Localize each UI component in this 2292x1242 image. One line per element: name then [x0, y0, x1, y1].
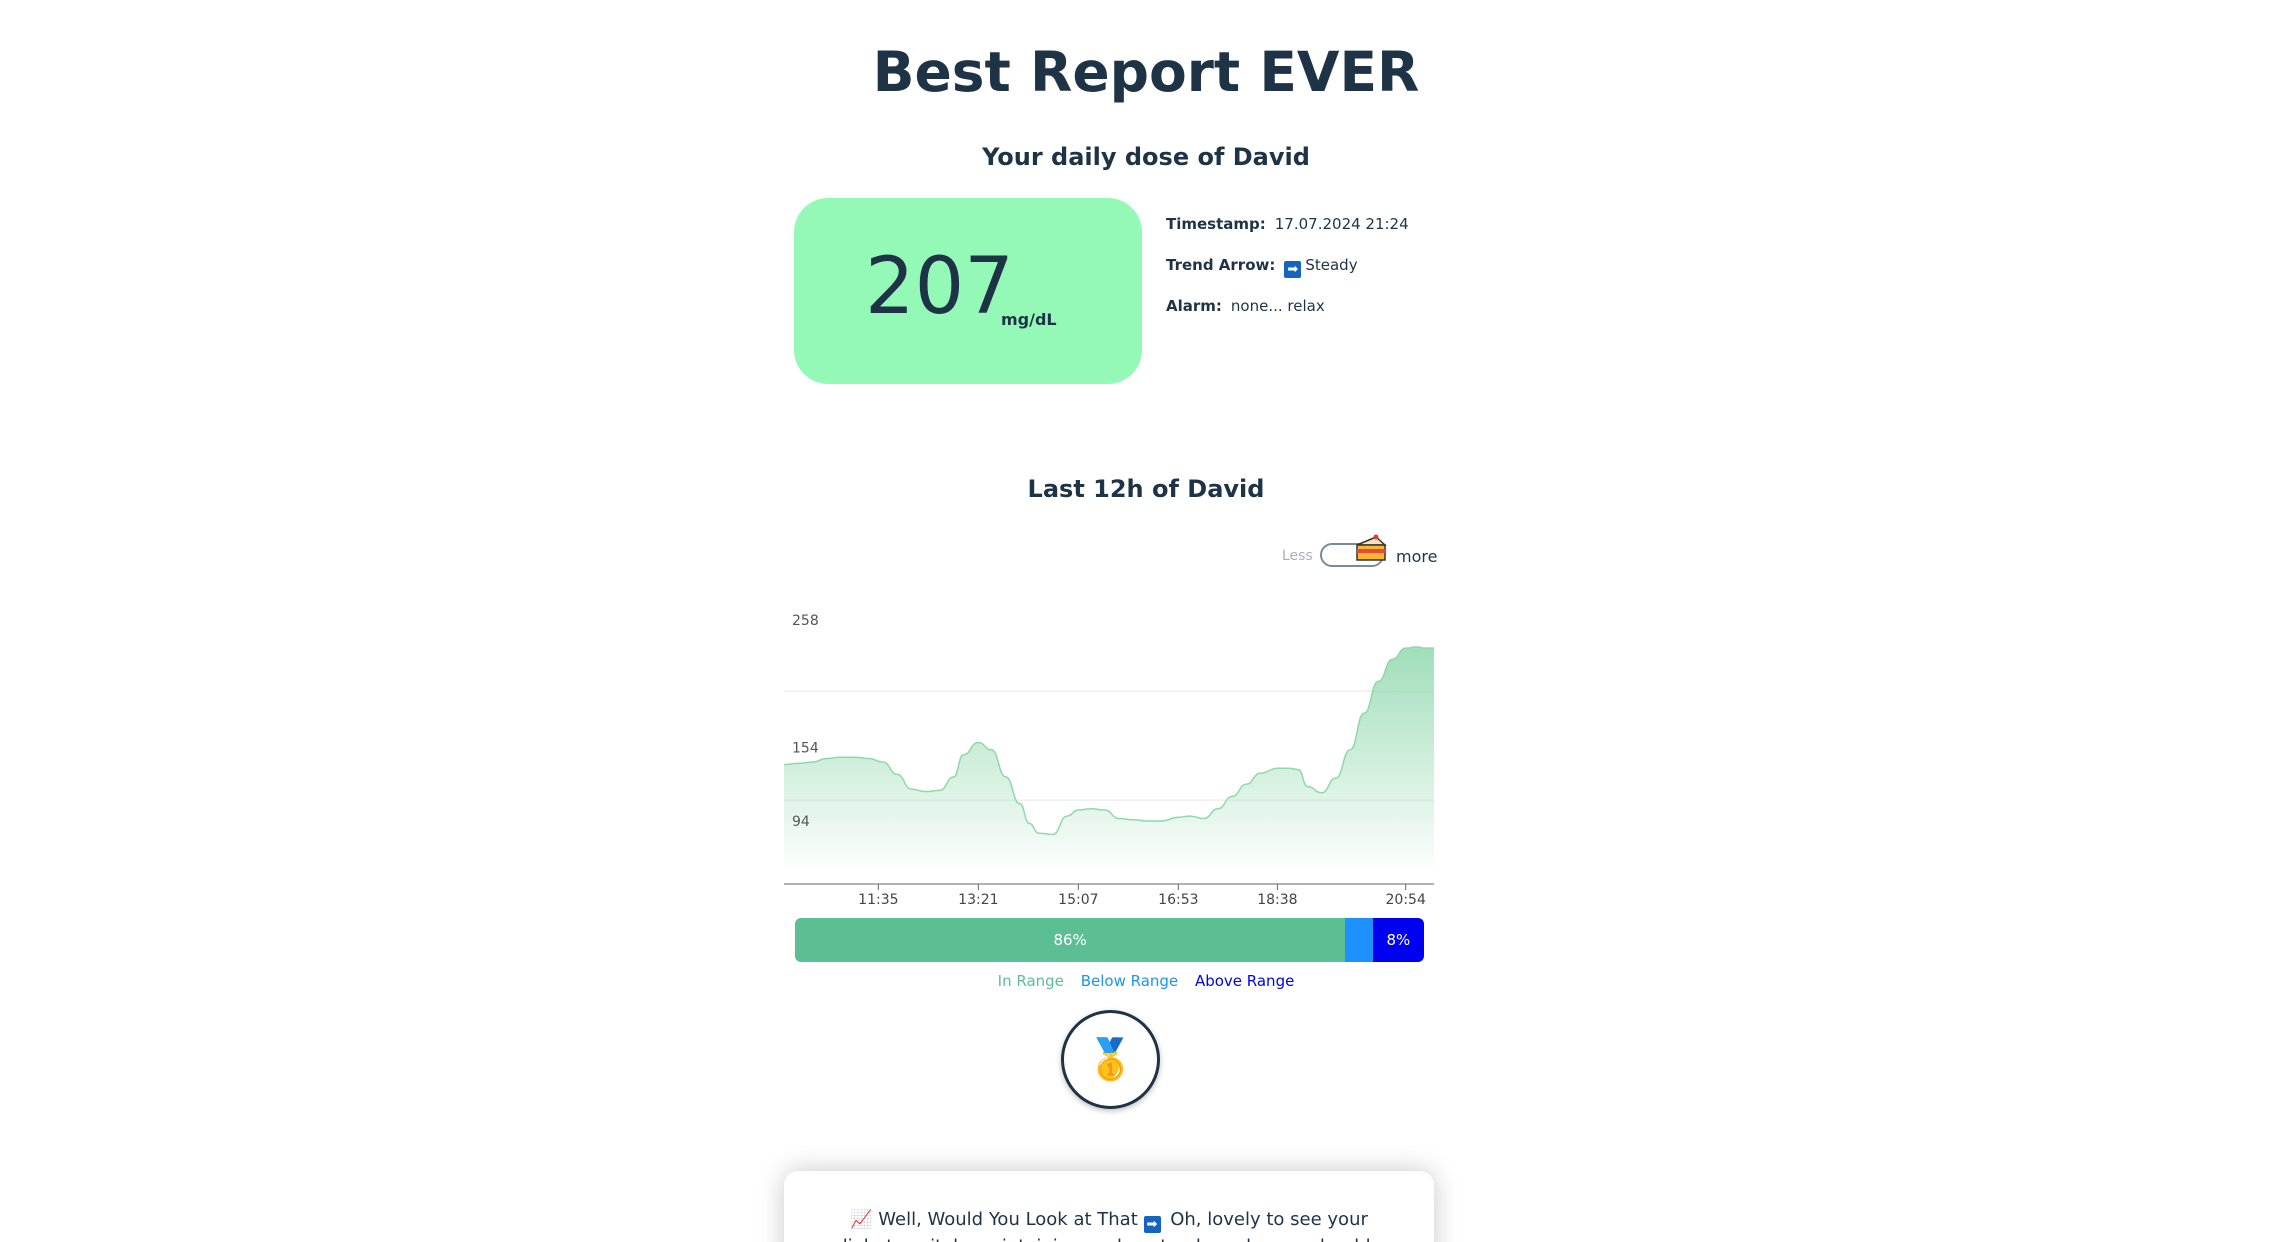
timestamp-value: 17.07.2024 21:24 — [1274, 215, 1409, 233]
below-range-segment — [1345, 918, 1373, 962]
y-tick-label: 258 — [792, 613, 819, 629]
area-fill — [784, 646, 1434, 870]
page-title: Best Report EVER — [872, 40, 1420, 104]
y-tick-label: 94 — [792, 814, 810, 830]
report-page: Best Report EVER Your daily dose of Davi… — [0, 0, 2292, 1242]
right-arrow-icon: ➡ — [1143, 1216, 1161, 1233]
glucose-value: 207 — [865, 242, 1014, 332]
x-tick-label: 16:53 — [1158, 892, 1198, 908]
x-tick-label: 15:07 — [1058, 892, 1098, 908]
toggle-more-label: more — [1396, 547, 1438, 566]
medal-badge[interactable]: 🥇 — [1061, 1010, 1160, 1109]
cake-icon[interactable] — [1353, 533, 1389, 563]
above-range-segment: 8% — [1372, 918, 1424, 962]
range-legend: In Range Below Range Above Range — [0, 972, 2292, 990]
medal-icon: 🥇 — [1085, 1037, 1136, 1083]
toggle-less-label: Less — [1282, 548, 1313, 564]
x-tick-label: 20:54 — [1386, 892, 1426, 908]
x-tick-label: 18:38 — [1257, 892, 1297, 908]
alarm-row: Alarm: none... relax — [1166, 296, 1325, 316]
x-tick-label: 13:21 — [958, 892, 998, 908]
trend-label: Trend Arrow: — [1166, 256, 1276, 274]
legend-in-range[interactable]: In Range — [998, 972, 1064, 990]
timestamp-row: Timestamp: 17.07.2024 21:24 — [1166, 214, 1409, 234]
in-range-segment: 86% — [795, 918, 1346, 962]
legend-below-range[interactable]: Below Range — [1081, 972, 1178, 990]
chart-increasing-icon: 📈 — [850, 1209, 873, 1230]
glucose-unit: mg/dL — [1001, 310, 1057, 329]
message-heading: Well, Would You Look at That — [878, 1209, 1138, 1230]
message-text: 📈 Well, Would You Look at That ➡ Oh, lov… — [814, 1206, 1404, 1242]
right-arrow-icon: ➡ — [1284, 261, 1302, 278]
chart-section-title: Last 12h of David — [1027, 475, 1265, 503]
glucose-area-chart: 258 154 94 11:35 13:21 15:07 16:53 18:38 20:54 — [784, 613, 1434, 908]
timestamp-label: Timestamp: — [1166, 215, 1266, 233]
alarm-value: none... relax — [1230, 297, 1325, 315]
x-tick-label: 11:35 — [858, 892, 898, 908]
page-subtitle: Your daily dose of David — [982, 143, 1310, 171]
y-tick-label: 154 — [792, 740, 819, 756]
alarm-label: Alarm: — [1166, 297, 1222, 315]
trend-row: Trend Arrow: ➡ Steady — [1166, 255, 1358, 278]
legend-above-range[interactable]: Above Range — [1195, 972, 1294, 990]
time-in-range-bar: 86% 8% — [795, 918, 1424, 962]
trend-value: Steady — [1305, 256, 1358, 274]
